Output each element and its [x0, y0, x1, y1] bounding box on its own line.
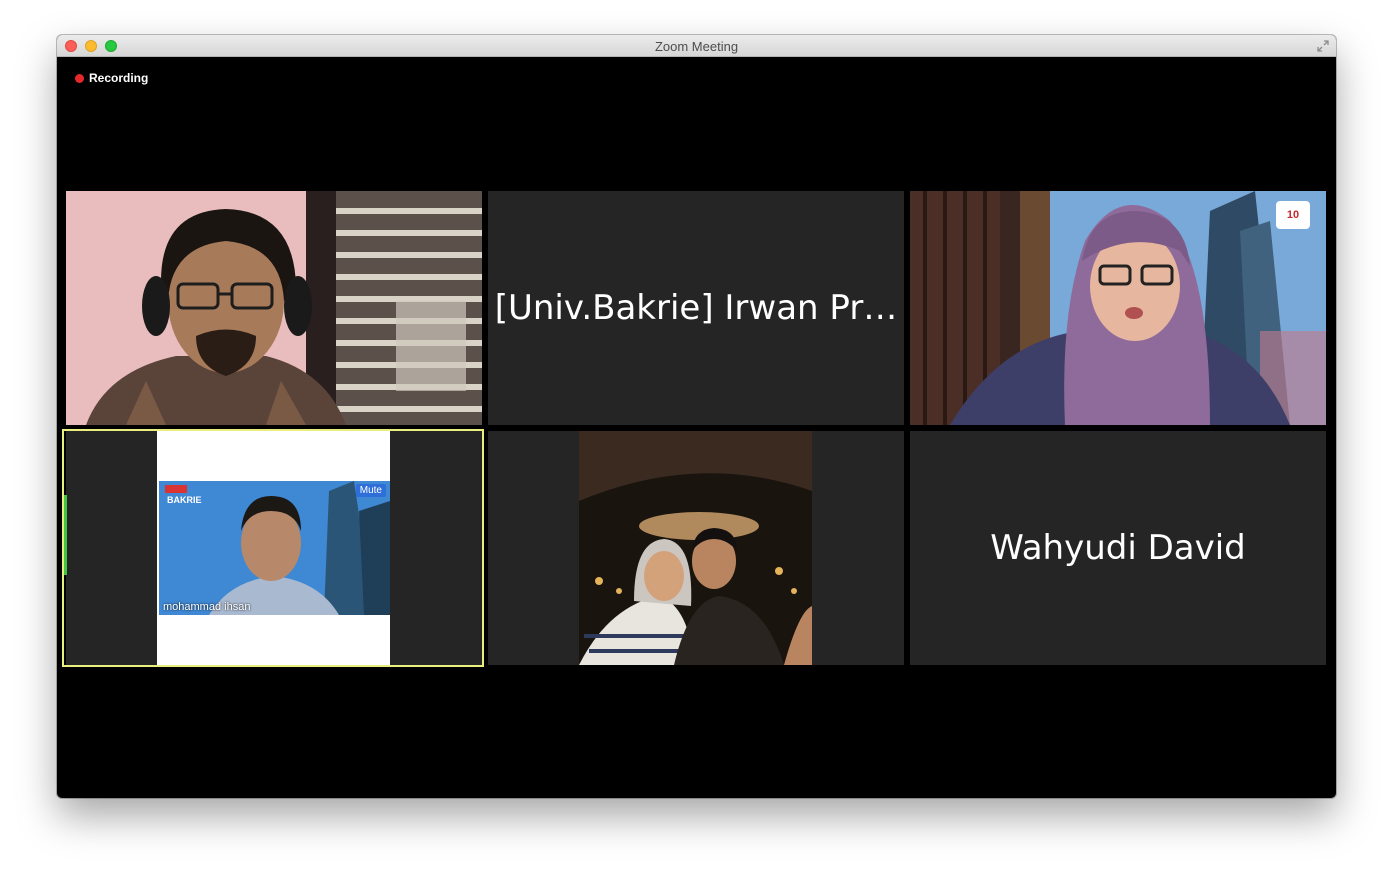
audio-level-indicator	[64, 495, 67, 575]
participant-name: Wahyudi David	[990, 528, 1246, 568]
channel-logo-icon: 10	[1276, 201, 1310, 229]
participant-tile-5[interactable]	[488, 431, 904, 665]
window-title: Zoom Meeting	[654, 39, 739, 54]
participant-tile-6[interactable]: Wahyudi David	[910, 431, 1326, 665]
inner-participant-name: mohammad ihsan	[163, 601, 251, 613]
fullscreen-icon[interactable]	[1316, 39, 1330, 53]
participant-tile-2[interactable]: [Univ.Bakrie] Irwan Pr…	[488, 191, 904, 425]
participant-video-woman-hijab	[910, 191, 1326, 425]
title-bar[interactable]: Zoom Meeting	[57, 35, 1336, 57]
participant-tile-4[interactable]: BAKRIE Mute mohammad ihsan	[66, 431, 482, 665]
participant-tile-3[interactable]: 10	[910, 191, 1326, 425]
inner-mute-badge: Mute	[355, 484, 386, 497]
participant-video-man-headphones	[66, 191, 482, 425]
participant-tile-1[interactable]	[66, 191, 482, 425]
inner-video: BAKRIE Mute mohammad ihsan	[159, 481, 390, 615]
inner-logo: BAKRIE	[167, 495, 202, 505]
zoom-meeting-window: Zoom Meeting Recording [Univ.Bakrie] Irw…	[57, 35, 1336, 798]
shared-video-frame: BAKRIE Mute mohammad ihsan	[157, 431, 390, 665]
recording-dot-icon	[75, 73, 84, 83]
participant-name: [Univ.Bakrie] Irwan Pr…	[494, 288, 898, 328]
recording-indicator[interactable]: Recording	[75, 71, 148, 85]
participant-video-couple-selfie	[579, 431, 812, 665]
recording-label: Recording	[89, 71, 149, 85]
